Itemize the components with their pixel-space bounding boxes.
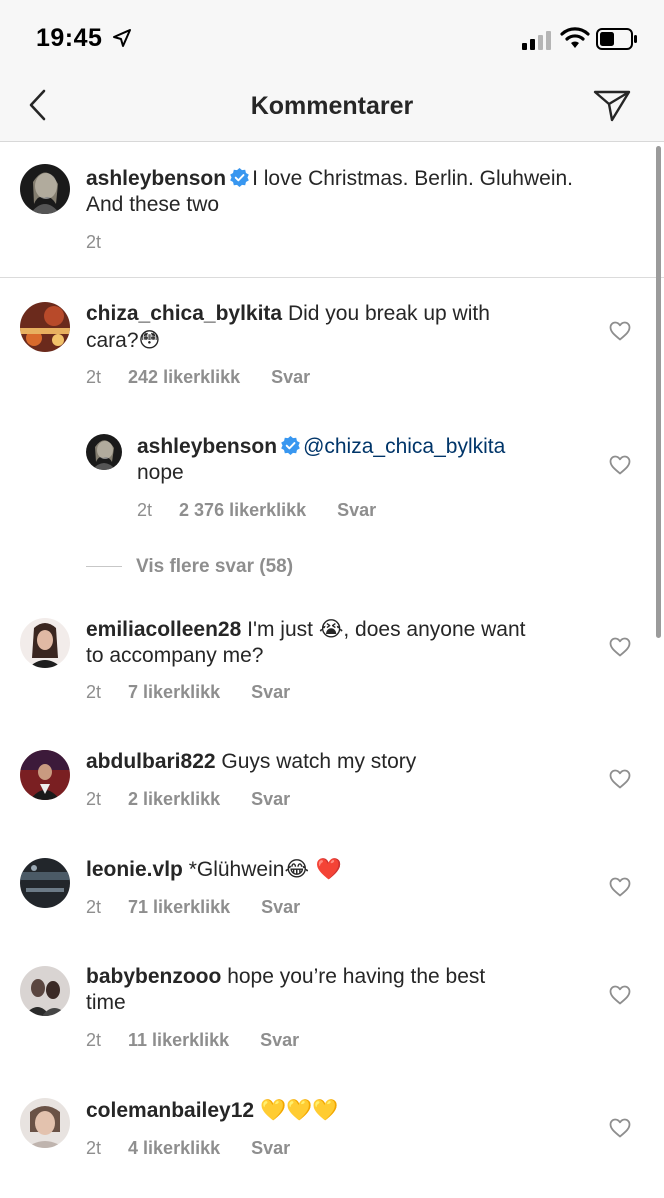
- more-replies-label: Vis flere svar (58): [136, 556, 294, 577]
- crying-face-emoji: 😭: [318, 617, 344, 641]
- reply-username[interactable]: ashleybenson: [137, 435, 277, 458]
- direct-send-icon[interactable]: [592, 84, 632, 124]
- avatar[interactable]: [20, 858, 70, 908]
- heart-icon[interactable]: [609, 877, 631, 897]
- comment-body-line2: to accompany me?: [86, 644, 264, 667]
- comment-text: babybenzooo hope you’re having the best …: [86, 964, 606, 1016]
- reply-meta: 2t 2 376 likerklikk Svar: [137, 500, 376, 521]
- status-time: 19:45: [36, 24, 103, 52]
- heart-icon[interactable]: [609, 455, 631, 475]
- avatar[interactable]: [20, 966, 70, 1016]
- location-arrow-icon: [113, 29, 131, 47]
- comment-meta: 2t 11 likerklikk Svar: [86, 1030, 299, 1051]
- heart-icon[interactable]: [609, 1118, 631, 1138]
- laughing-heart-emoji: 😂 ❤️: [284, 857, 342, 881]
- comment-username[interactable]: leonie.vlp: [86, 858, 183, 881]
- comment-body-line1: Did you break up with: [287, 302, 490, 325]
- comment-body-line1: Guys watch my story: [221, 750, 417, 773]
- more-replies-divider: [86, 566, 122, 568]
- heart-icon[interactable]: [609, 985, 631, 1005]
- reply-body-line2: nope: [137, 461, 184, 484]
- comment-timestamp: 2t: [86, 682, 102, 702]
- comment-username[interactable]: babybenzooo: [86, 965, 221, 988]
- avatar[interactable]: [20, 302, 70, 352]
- post-caption: ashleybenson I love Christmas. Berlin. Gl…: [0, 142, 664, 278]
- caption-username[interactable]: ashleybenson: [86, 167, 226, 190]
- comment-timestamp: 2t: [86, 897, 102, 917]
- reply-button[interactable]: Svar: [337, 500, 376, 520]
- caption-text-line2: And these two: [86, 193, 220, 216]
- comment-body-line1: hope you’re having the best: [227, 965, 486, 988]
- comment-username[interactable]: abdulbari822: [86, 750, 216, 773]
- comment-likes[interactable]: 11 likerklikk: [128, 1030, 229, 1050]
- comment-meta: 2t 4 likerklikk Svar: [86, 1138, 290, 1159]
- comment-meta: 2t 71 likerklikk Svar: [86, 897, 300, 918]
- avatar[interactable]: [20, 618, 70, 668]
- comment-timestamp: 2t: [86, 1030, 102, 1050]
- heart-icon[interactable]: [609, 769, 631, 789]
- reply-button[interactable]: Svar: [261, 897, 300, 917]
- comment-likes[interactable]: 4 likerklikk: [128, 1138, 220, 1158]
- battery-icon: [596, 28, 637, 50]
- reply-likes[interactable]: 2 376 likerklikk: [179, 500, 306, 520]
- heart-icon[interactable]: [609, 321, 631, 341]
- comment-body-line1a: I'm just: [247, 618, 313, 641]
- comment-meta: 2t 7 likerklikk Svar: [86, 682, 290, 703]
- reply-button[interactable]: Svar: [251, 682, 290, 702]
- avatar[interactable]: [20, 750, 70, 800]
- caption-timestamp: 2t: [86, 232, 102, 252]
- page-title: Kommentarer: [250, 92, 414, 120]
- reply-button[interactable]: Svar: [260, 1030, 299, 1050]
- comment-username[interactable]: chiza_chica_bylkita: [86, 302, 282, 325]
- reply-timestamp: 2t: [137, 500, 153, 520]
- comment-meta: 2t 2 likerklikk Svar: [86, 789, 290, 810]
- comment-timestamp: 2t: [86, 789, 102, 809]
- comment-body-line2: time: [86, 991, 126, 1014]
- navigation-bar: Kommentarer: [0, 78, 664, 142]
- avatar[interactable]: [20, 1098, 70, 1148]
- status-bar: 19:45: [0, 0, 664, 78]
- comment-likes[interactable]: 242 likerklikk: [128, 367, 240, 387]
- comment-likes[interactable]: 71 likerklikk: [128, 897, 230, 917]
- comment-likes[interactable]: 7 likerklikk: [128, 682, 220, 702]
- comment-timestamp: 2t: [86, 367, 102, 387]
- comment-text: leonie.vlp *Glühwein😂 ❤️: [86, 856, 606, 883]
- verified-badge-icon: [230, 168, 249, 187]
- caption-text: ashleybenson I love Christmas. Berlin. Gl…: [86, 166, 646, 218]
- comment-text: emiliacolleen28 I'm just 😭, does anyone …: [86, 616, 606, 669]
- mention-link[interactable]: @chiza_chica_bylkita: [303, 435, 505, 458]
- reply-button[interactable]: Svar: [251, 789, 290, 809]
- wifi-icon: [560, 27, 590, 48]
- comment-likes[interactable]: 2 likerklikk: [128, 789, 220, 809]
- caption-meta: 2t: [86, 232, 101, 253]
- comment-meta: 2t 242 likerklikk Svar: [86, 367, 310, 388]
- comment-body-line2: cara?: [86, 329, 139, 352]
- view-more-replies-button[interactable]: Vis flere svar (58): [86, 556, 293, 578]
- comment-username[interactable]: emiliacolleen28: [86, 618, 241, 641]
- comment-text: colemanbailey12 💛💛💛: [86, 1097, 606, 1124]
- comment-text: chiza_chica_bylkita Did you break up wit…: [86, 301, 606, 354]
- comment-timestamp: 2t: [86, 1138, 102, 1158]
- yellow-heart-emoji: 💛💛💛: [259, 1098, 339, 1122]
- cellular-signal-icon: [522, 31, 551, 50]
- scrollbar[interactable]: [656, 146, 661, 638]
- comment-body-line1: *Glühwein: [188, 858, 285, 881]
- avatar[interactable]: [20, 164, 70, 214]
- reply-text: ashleybenson @chiza_chica_bylkita nope: [137, 434, 607, 486]
- comment-username[interactable]: colemanbailey12: [86, 1099, 254, 1122]
- reply-button[interactable]: Svar: [271, 367, 310, 387]
- verified-badge-icon: [281, 436, 300, 455]
- avatar[interactable]: [86, 434, 122, 470]
- flushed-face-emoji: 😳: [138, 328, 161, 352]
- comment-text: abdulbari822 Guys watch my story: [86, 749, 606, 775]
- caption-text-line1: I love Christmas. Berlin. Gluhwein.: [252, 167, 574, 190]
- heart-icon[interactable]: [609, 637, 631, 657]
- comment-body-line1b: , does anyone want: [343, 618, 526, 641]
- reply-button[interactable]: Svar: [251, 1138, 290, 1158]
